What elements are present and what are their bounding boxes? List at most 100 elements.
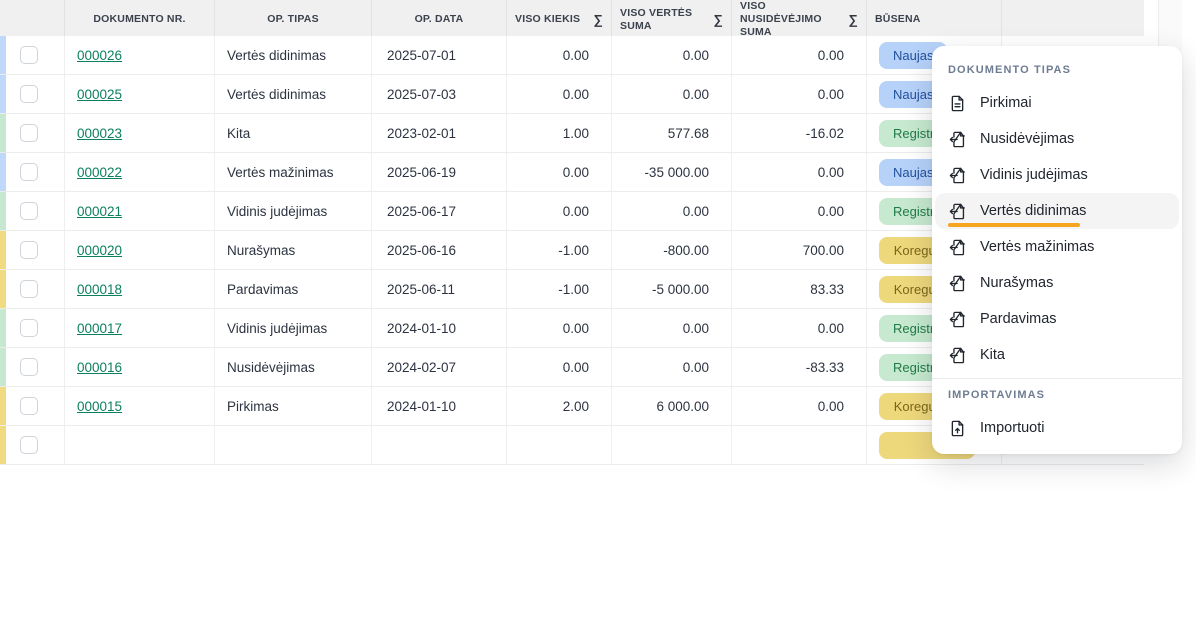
column-header-label: BŪSENA [875,13,921,26]
total-qty-cell: 0.00 [507,153,612,191]
document-number-cell: 000016 [65,348,215,386]
document-link[interactable]: 000016 [77,360,122,375]
row-checkbox[interactable] [20,397,38,415]
total-depreciation-cell: -83.33 [732,348,867,386]
op-type-cell: Vidinis judėjimas [215,309,372,347]
file-out-icon [948,166,967,185]
total-qty-cell: 0.00 [507,75,612,113]
document-number-cell [65,426,215,464]
document-link[interactable]: 000017 [77,321,122,336]
document-link[interactable]: 000021 [77,204,122,219]
document-number-cell: 000018 [65,270,215,308]
op-date-cell: 2023-02-01 [372,114,507,152]
op-date-cell: 2024-02-07 [372,348,507,386]
dropdown-item-vertės-mažinimas-label: Vertės mažinimas [980,239,1095,255]
total-qty-cell: -1.00 [507,231,612,269]
dropdown-section-document-type: DOKUMENTO TIPAS [948,64,1072,76]
total-depreciation-cell: 0.00 [732,309,867,347]
total-qty-cell: 0.00 [507,348,612,386]
row-checkbox-cell [0,270,65,308]
row-checkbox[interactable] [20,358,38,376]
file-out-icon [948,310,967,329]
op-date-cell: 2025-07-03 [372,75,507,113]
total-qty-cell: 1.00 [507,114,612,152]
column-header-label: OP. TIPAS [267,13,319,26]
dropdown-item-vertės-didinimas-label: Vertės didinimas [980,203,1087,219]
total-qty-cell [507,426,612,464]
dropdown-item-importuoti-label: Importuoti [980,420,1045,436]
dropdown-item-vidinis-judėjimas-label: Vidinis judėjimas [980,167,1088,183]
column-header: VISO NUSIDĖVĖJIMO SUMA ∑ [732,0,867,40]
document-link[interactable]: 000026 [77,48,122,63]
row-status-strip [0,231,6,269]
file-out-icon [948,130,967,149]
column-header: BŪSENA [867,0,1002,40]
op-date-cell [372,426,507,464]
column-header-label: DOKUMENTO NR. [93,13,186,26]
row-checkbox-cell [0,231,65,269]
row-checkbox-cell [0,153,65,191]
dropdown-item-pardavimas-label: Pardavimas [980,311,1057,327]
row-checkbox[interactable] [20,46,38,64]
op-type-cell: Pardavimas [215,270,372,308]
sigma-sum-icon[interactable]: ∑ [594,12,603,28]
total-value-cell: 0.00 [612,75,732,113]
file-import-icon [948,419,967,438]
document-link[interactable]: 000020 [77,243,122,258]
dropdown-item-kita-label: Kita [980,347,1005,363]
row-status-strip [0,153,6,191]
row-checkbox[interactable] [20,280,38,298]
row-checkbox[interactable] [20,241,38,259]
row-checkbox[interactable] [20,436,38,454]
op-type-cell: Kita [215,114,372,152]
document-link[interactable]: 000018 [77,282,122,297]
dropdown-item-vidinis-judėjimas[interactable]: Vidinis judėjimas [932,157,1182,193]
op-date-cell: 2025-07-01 [372,36,507,74]
dropdown-item-importuoti[interactable]: Importuoti [932,410,1182,446]
document-link[interactable]: 000015 [77,399,122,414]
row-status-strip [0,309,6,347]
column-header: OP. TIPAS [215,0,372,40]
document-link[interactable]: 000022 [77,165,122,180]
row-checkbox[interactable] [20,85,38,103]
op-type-cell: Vertės didinimas [215,36,372,74]
total-qty-cell: 0.00 [507,309,612,347]
column-header: OP. DATA [372,0,507,40]
dropdown-item-nurašymas[interactable]: Nurašymas [932,265,1182,301]
document-number-cell: 000023 [65,114,215,152]
row-status-strip [0,192,6,230]
document-number-cell: 000026 [65,36,215,74]
total-value-cell: 6 000.00 [612,387,732,425]
file-out-icon [948,346,967,365]
op-type-cell [215,426,372,464]
dropdown-item-vertės-mažinimas[interactable]: Vertės mažinimas [932,229,1182,265]
column-header: DOKUMENTO NR. [65,0,215,40]
op-type-cell: Pirkimas [215,387,372,425]
row-checkbox-cell [0,348,65,386]
op-date-cell: 2024-01-10 [372,387,507,425]
row-checkbox[interactable] [20,163,38,181]
file-out-icon [948,238,967,257]
total-depreciation-cell: 700.00 [732,231,867,269]
dropdown-item-pardavimas[interactable]: Pardavimas [932,301,1182,337]
row-checkbox-cell [0,36,65,74]
dropdown-item-vertės-didinimas[interactable]: Vertės didinimas [935,193,1179,229]
row-checkbox[interactable] [20,202,38,220]
row-checkbox[interactable] [20,319,38,337]
dropdown-item-nusidėvėjimas[interactable]: Nusidėvėjimas [932,121,1182,157]
total-qty-cell: 2.00 [507,387,612,425]
op-type-cell: Nusidėvėjimas [215,348,372,386]
document-link[interactable]: 000023 [77,126,122,141]
row-checkbox[interactable] [20,124,38,142]
document-number-cell: 000022 [65,153,215,191]
op-date-cell: 2025-06-17 [372,192,507,230]
dropdown-item-kita[interactable]: Kita [932,337,1182,373]
dropdown-item-pirkimai-label: Pirkimai [980,95,1032,111]
dropdown-divider [932,378,1182,379]
sigma-sum-icon[interactable]: ∑ [714,12,723,28]
sigma-sum-icon[interactable]: ∑ [849,12,858,28]
row-status-strip [0,270,6,308]
dropdown-item-pirkimai[interactable]: Pirkimai [932,85,1182,121]
column-header [0,0,65,40]
document-link[interactable]: 000025 [77,87,122,102]
